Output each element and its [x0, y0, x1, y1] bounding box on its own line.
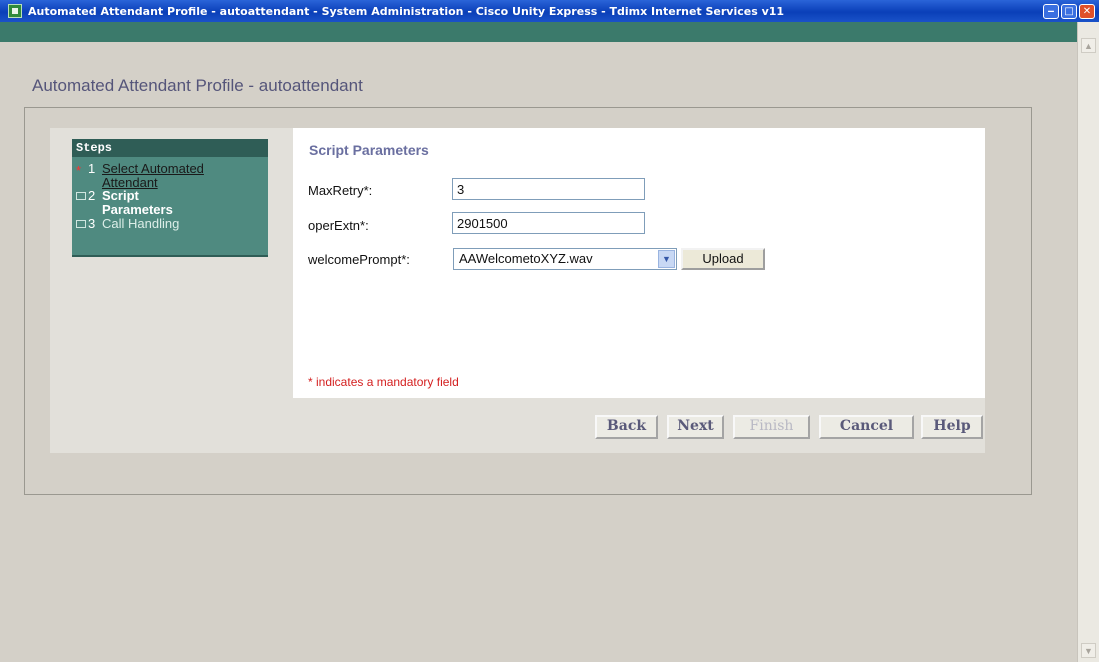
- app-icon: [8, 4, 22, 18]
- max-retry-input[interactable]: [452, 178, 645, 200]
- mandatory-note: * indicates a mandatory field: [308, 375, 459, 389]
- maximize-icon[interactable]: □: [1061, 3, 1077, 19]
- scroll-up-icon[interactable]: ▲: [1081, 38, 1096, 53]
- step-checkbox-icon: [76, 192, 86, 200]
- oper-extn-input[interactable]: [452, 212, 645, 234]
- step-label: Script: [102, 188, 139, 203]
- next-button[interactable]: Next: [667, 415, 724, 439]
- upload-button[interactable]: Upload: [681, 248, 765, 270]
- section-title: Script Parameters: [309, 142, 429, 158]
- window-controls: ‒ □ ✕: [1043, 3, 1095, 19]
- completed-step-icon: *: [76, 163, 82, 178]
- step-call-handling: 3 Call Handling: [72, 217, 268, 233]
- step-script-parameters: 2 Script Parameters: [72, 189, 268, 219]
- step-label: Call Handling: [102, 216, 180, 231]
- page-title: Automated Attendant Profile - autoattend…: [32, 76, 363, 95]
- vertical-scrollbar[interactable]: ▲ ▼: [1077, 22, 1099, 662]
- max-retry-label: MaxRetry*:: [308, 183, 373, 198]
- step-label[interactable]: Select Automated: [102, 162, 204, 175]
- minimize-icon[interactable]: ‒: [1043, 3, 1059, 19]
- step-checkbox-icon: [76, 220, 86, 228]
- app-header-band: [0, 22, 1077, 42]
- step-number: 2: [88, 188, 96, 203]
- window-title: Automated Attendant Profile - autoattend…: [28, 4, 785, 18]
- back-button[interactable]: Back: [595, 415, 658, 439]
- welcome-prompt-select[interactable]: AAWelcometoXYZ.wav ▼: [453, 248, 677, 270]
- steps-header: Steps: [72, 139, 268, 157]
- finish-button[interactable]: Finish: [733, 415, 810, 439]
- close-icon[interactable]: ✕: [1079, 3, 1095, 19]
- step-label: Parameters: [102, 202, 173, 217]
- help-button[interactable]: Help: [921, 415, 983, 439]
- window-title-bar: Automated Attendant Profile - autoattend…: [0, 0, 1099, 22]
- welcome-prompt-value: AAWelcometoXYZ.wav: [459, 251, 593, 266]
- step-number: 3: [88, 216, 96, 231]
- step-number: 1: [88, 161, 96, 176]
- welcome-prompt-label: welcomePrompt*:: [308, 252, 410, 267]
- scroll-down-icon[interactable]: ▼: [1081, 643, 1096, 658]
- chevron-down-icon[interactable]: ▼: [658, 250, 675, 268]
- oper-extn-label: operExtn*:: [308, 218, 369, 233]
- steps-panel: Steps * 1 Select Automated Attendant 2 S…: [72, 139, 268, 257]
- cancel-button[interactable]: Cancel: [819, 415, 914, 439]
